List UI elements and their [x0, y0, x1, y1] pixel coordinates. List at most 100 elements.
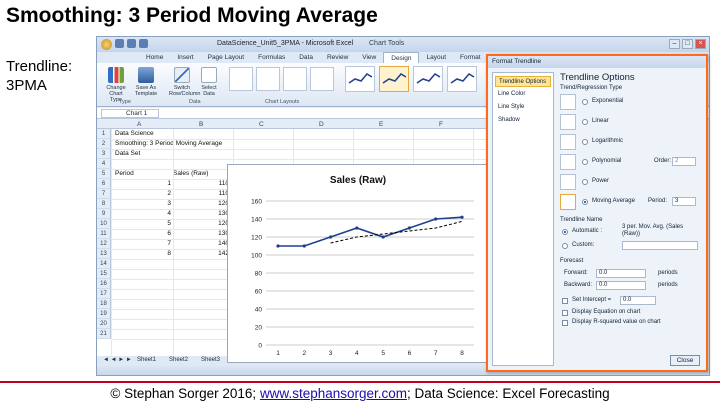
- minimize-icon[interactable]: –: [669, 39, 680, 49]
- period-stepper[interactable]: 3: [672, 197, 696, 206]
- radio-custom[interactable]: [562, 243, 568, 249]
- row-header-15[interactable]: 15: [97, 269, 111, 279]
- row-header-3[interactable]: 3: [97, 149, 111, 159]
- layout-thumb[interactable]: [229, 67, 253, 91]
- row-header-12[interactable]: 12: [97, 239, 111, 249]
- cell-period[interactable]: 8: [157, 249, 171, 259]
- row-header-13[interactable]: 13: [97, 249, 111, 259]
- set-intercept-checkbox[interactable]: [562, 298, 568, 304]
- order-stepper[interactable]: 2: [672, 157, 696, 166]
- row-header-10[interactable]: 10: [97, 219, 111, 229]
- column-header-e[interactable]: E: [379, 121, 383, 128]
- style-thumb-selected[interactable]: [379, 66, 409, 92]
- cell-a5[interactable]: Period: [115, 169, 134, 179]
- style-thumb[interactable]: [413, 66, 443, 92]
- display-r2-checkbox[interactable]: [562, 320, 568, 326]
- row-header-11[interactable]: 11: [97, 229, 111, 239]
- row-header-7[interactable]: 7: [97, 189, 111, 199]
- group-data-label: Data: [189, 99, 201, 105]
- column-header-b[interactable]: B: [199, 121, 203, 128]
- close-button[interactable]: Close: [670, 355, 700, 366]
- cell-period[interactable]: 1: [157, 179, 171, 189]
- tab-formulas[interactable]: Formulas: [251, 52, 292, 63]
- save-icon[interactable]: [115, 39, 124, 48]
- radio-polynomial[interactable]: [582, 159, 588, 165]
- radio-moving-average[interactable]: [582, 199, 588, 205]
- radio-exponential[interactable]: [582, 99, 588, 105]
- y-tick-label: 0: [258, 343, 262, 350]
- row-header-4[interactable]: 4: [97, 159, 111, 169]
- radio-power[interactable]: [582, 179, 588, 185]
- cell-period[interactable]: 5: [157, 219, 171, 229]
- maximize-icon[interactable]: □: [682, 39, 693, 49]
- cell-period[interactable]: 6: [157, 229, 171, 239]
- row-header-6[interactable]: 6: [97, 179, 111, 189]
- radio-linear[interactable]: [582, 119, 588, 125]
- name-box[interactable]: Chart 1: [101, 109, 159, 118]
- column-header-c[interactable]: C: [259, 121, 264, 128]
- radio-logarithmic[interactable]: [582, 139, 588, 145]
- nav-trendline-options[interactable]: Trendline Options: [495, 76, 551, 87]
- row-header-14[interactable]: 14: [97, 259, 111, 269]
- row-header-5[interactable]: 5: [97, 169, 111, 179]
- style-thumb[interactable]: [447, 66, 477, 92]
- cell-b5[interactable]: Sales (Raw): [173, 169, 208, 179]
- tab-page-layout[interactable]: Page Layout: [201, 52, 252, 63]
- tab-design[interactable]: Design: [383, 52, 420, 63]
- row-header-8[interactable]: 8: [97, 199, 111, 209]
- switch-row-column-button[interactable]: Switch Row/Column: [169, 67, 200, 97]
- column-header-a[interactable]: A: [137, 121, 141, 128]
- redo-icon[interactable]: [139, 39, 148, 48]
- tab-insert[interactable]: Insert: [170, 52, 200, 63]
- undo-icon[interactable]: [127, 39, 136, 48]
- cell-period[interactable]: 7: [157, 239, 171, 249]
- row-header-1[interactable]: 1: [97, 129, 111, 139]
- cell-period[interactable]: 4: [157, 209, 171, 219]
- intercept-input[interactable]: 0.0: [620, 296, 656, 305]
- sheet-nav-icon[interactable]: ◄ ◄ ► ►: [103, 357, 132, 363]
- row-header-2[interactable]: 2: [97, 139, 111, 149]
- forward-input[interactable]: 0.0: [596, 269, 646, 278]
- backward-input[interactable]: 0.0: [596, 281, 646, 290]
- nav-line-style[interactable]: Line Style: [495, 102, 551, 113]
- tab-data[interactable]: Data: [292, 52, 320, 63]
- tab-home[interactable]: Home: [139, 52, 170, 63]
- column-header-f[interactable]: F: [439, 121, 443, 128]
- radio-automatic[interactable]: [562, 229, 568, 235]
- row-header-20[interactable]: 20: [97, 319, 111, 329]
- tab-review[interactable]: Review: [320, 52, 355, 63]
- display-equation-checkbox[interactable]: [562, 310, 568, 316]
- select-data-button[interactable]: Select Data: [199, 67, 219, 97]
- style-thumb[interactable]: [345, 66, 375, 92]
- close-icon[interactable]: ×: [695, 39, 706, 49]
- tab-sheet2[interactable]: Sheet2: [169, 357, 188, 363]
- row-header-21[interactable]: 21: [97, 329, 111, 339]
- row-header-9[interactable]: 9: [97, 209, 111, 219]
- footer-link[interactable]: www.stephansorger.com: [260, 386, 407, 401]
- row-header-19[interactable]: 19: [97, 309, 111, 319]
- layout-thumb[interactable]: [310, 67, 334, 91]
- tab-sheet3[interactable]: Sheet3: [201, 357, 220, 363]
- tab-sheet1[interactable]: Sheet1: [137, 357, 156, 363]
- row-header-16[interactable]: 16: [97, 279, 111, 289]
- cell-period[interactable]: 3: [157, 199, 171, 209]
- cell-period[interactable]: 2: [157, 189, 171, 199]
- cell-a1[interactable]: Data Science: [115, 129, 154, 139]
- chart-area[interactable]: Sales (Raw) 0 20 40 60 80 100 120 140 160 1 2 3 4 5 6 7…: [227, 164, 489, 363]
- tab-format[interactable]: Format: [453, 52, 488, 63]
- column-header-d[interactable]: D: [319, 121, 324, 128]
- row-header-17[interactable]: 17: [97, 289, 111, 299]
- tab-view[interactable]: View: [355, 52, 383, 63]
- save-as-template-button[interactable]: Save As Template: [133, 67, 159, 97]
- nav-shadow[interactable]: Shadow: [495, 115, 551, 126]
- cell-a3[interactable]: Data Set: [115, 149, 140, 159]
- change-chart-type-button[interactable]: Change Chart Type: [103, 67, 129, 103]
- layout-thumb[interactable]: [256, 67, 280, 91]
- cell-a2[interactable]: Smoothing: 3 Period Moving Average: [115, 139, 222, 149]
- tab-layout[interactable]: Layout: [419, 52, 453, 63]
- layout-thumb[interactable]: [283, 67, 307, 91]
- row-header-18[interactable]: 18: [97, 299, 111, 309]
- office-button-icon[interactable]: [101, 39, 112, 50]
- custom-name-input[interactable]: [622, 241, 698, 250]
- nav-line-color[interactable]: Line Color: [495, 89, 551, 100]
